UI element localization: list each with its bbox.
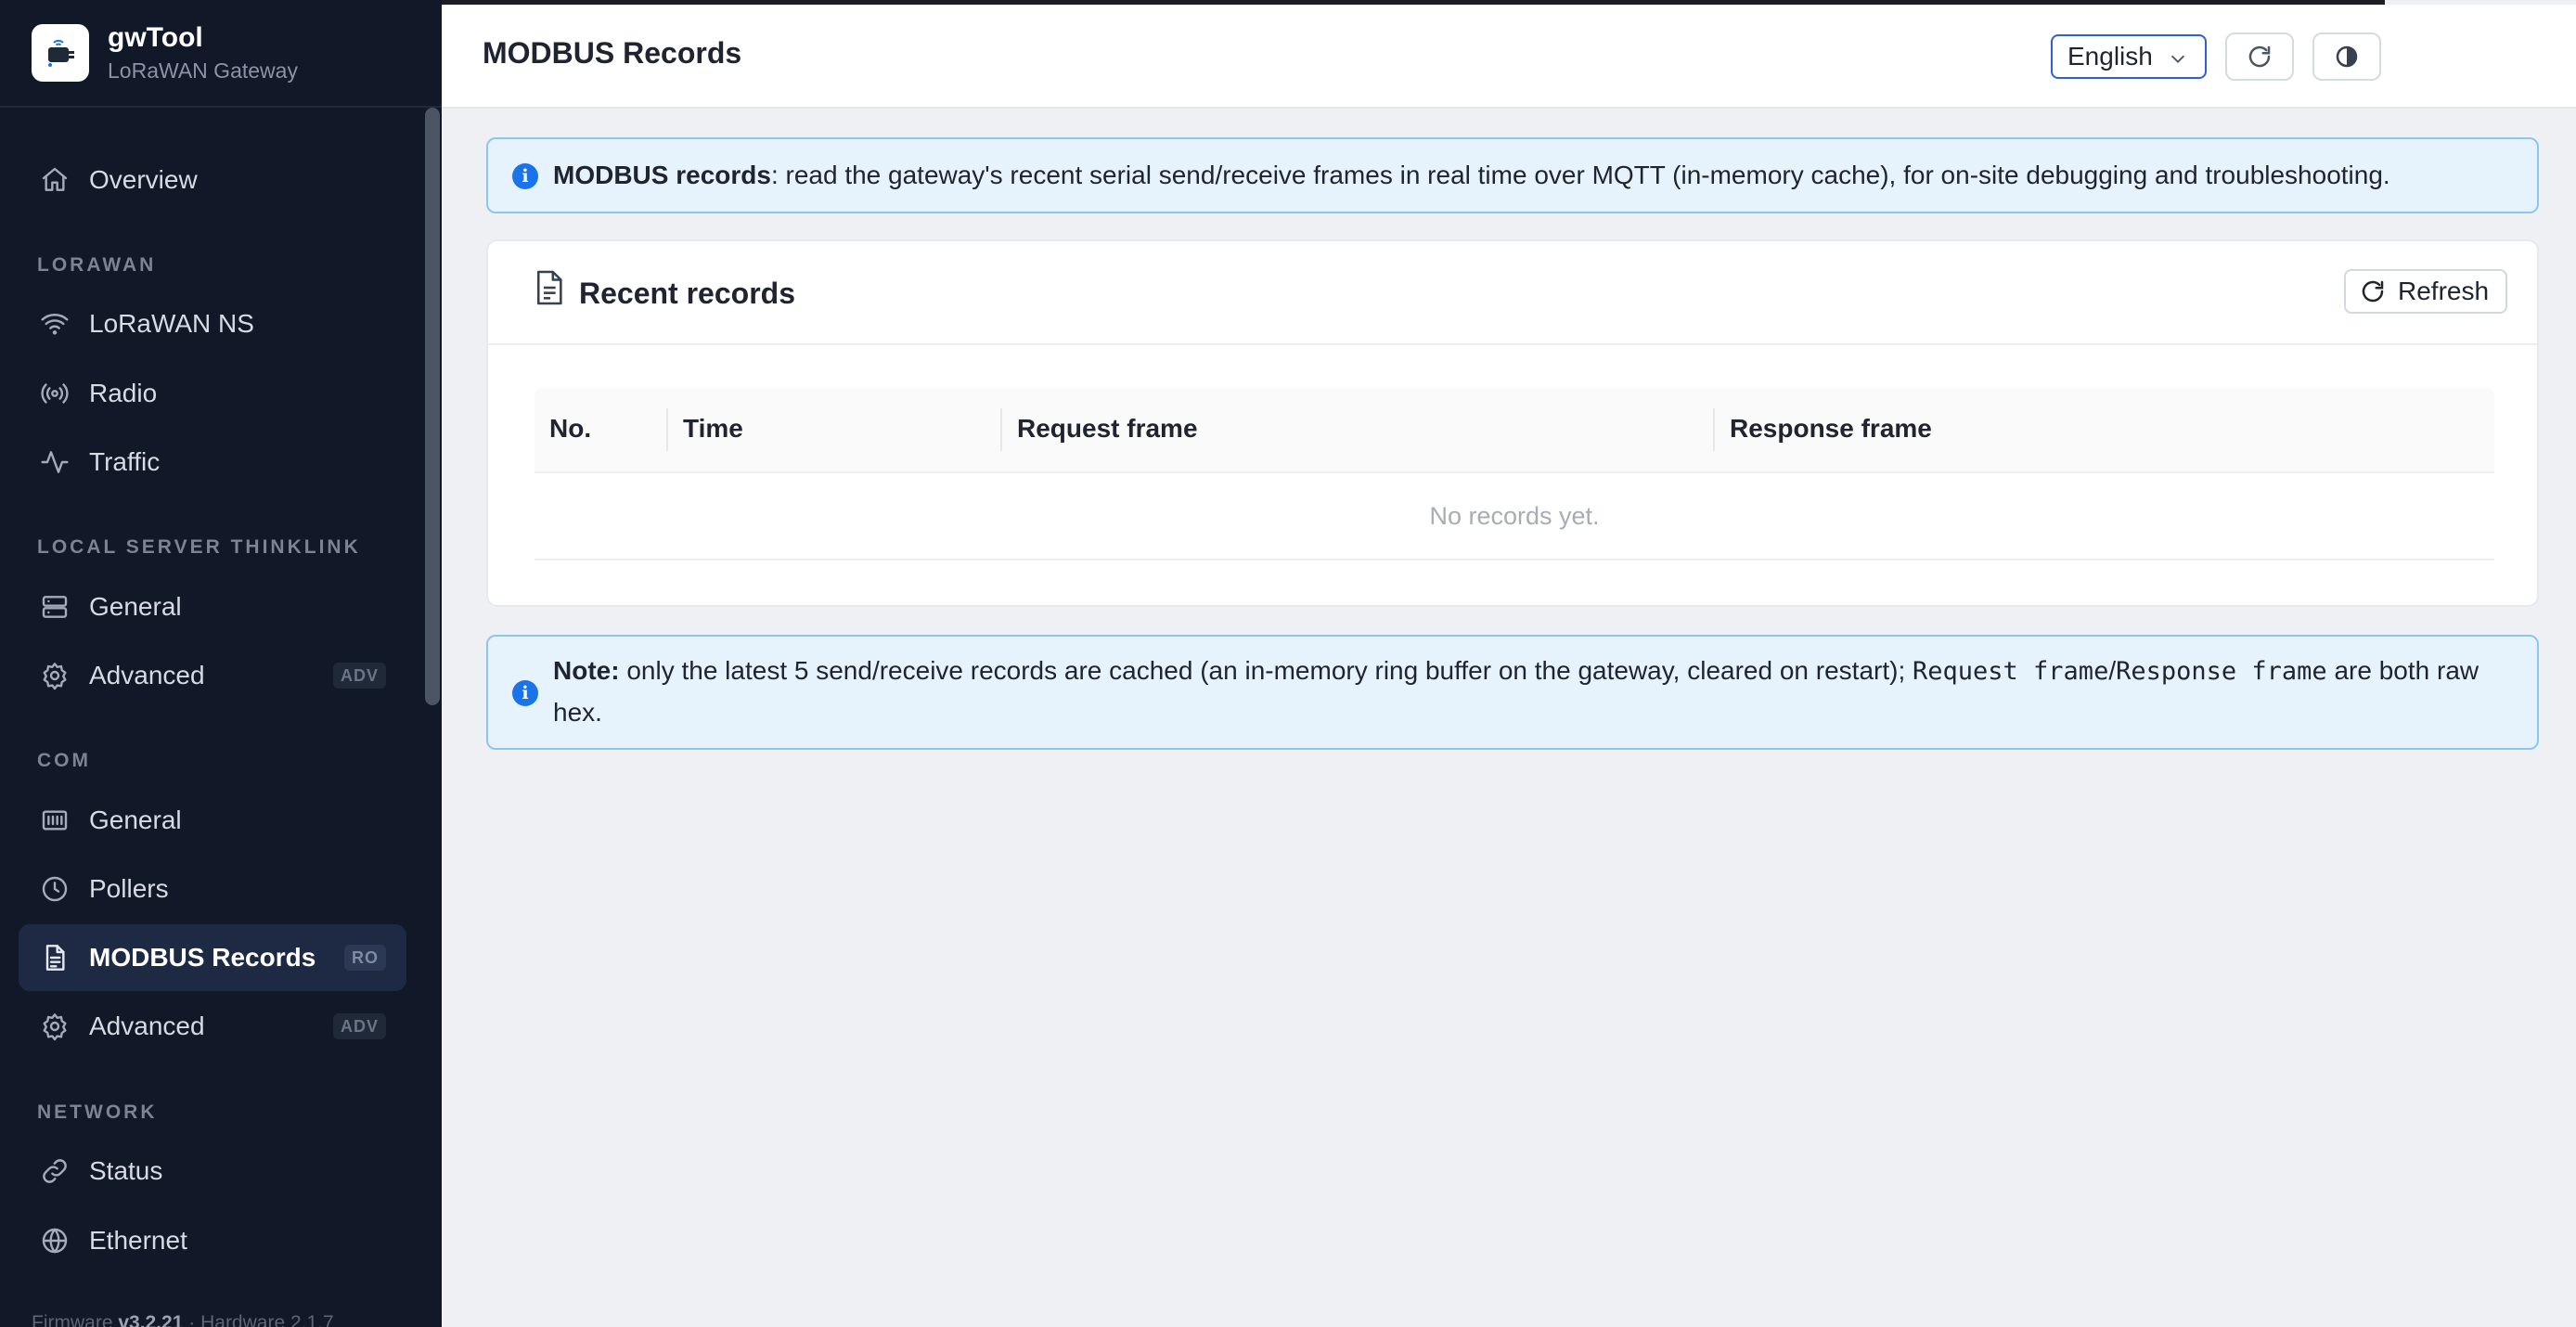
- intro-banner-text: MODBUS records: read the gateway's recen…: [553, 155, 2481, 196]
- sidebar-item-label: Ethernet: [89, 1226, 187, 1255]
- app-subtitle: LoRaWAN Gateway: [108, 58, 298, 83]
- firmware-version: v3.2.21: [118, 1312, 184, 1327]
- language-select[interactable]: English: [2051, 34, 2207, 79]
- sidebar-item-overview[interactable]: Overview: [19, 147, 406, 213]
- wifi-icon: [39, 308, 71, 340]
- contrast-icon: [2336, 45, 2358, 68]
- sidebar-item-label: Advanced: [89, 661, 205, 689]
- adv-badge: ADV: [332, 663, 386, 689]
- column-header-no: No.: [549, 414, 592, 443]
- note-banner-text: Note: only the latest 5 send/receive rec…: [553, 651, 2481, 733]
- hardware-version: 2.1.7: [290, 1312, 334, 1327]
- serial-port-icon: [39, 805, 71, 836]
- column-header-response-frame: Response frame: [1730, 414, 1932, 443]
- refresh-icon: [2362, 280, 2384, 303]
- card-title: Recent records: [579, 277, 795, 310]
- sidebar-item-local-general[interactable]: General: [19, 573, 406, 640]
- sidebar: gwTool LoRaWAN Gateway Overview LORAWAN …: [0, 0, 442, 1327]
- chevron-down-icon: [2168, 45, 2188, 75]
- sidebar-item-label: Traffic: [89, 447, 161, 476]
- code-request-frame: Request frame: [1913, 657, 2109, 686]
- section-label-network: NETWORK: [37, 1102, 158, 1123]
- sidebar-item-modbus-records[interactable]: MODBUS Records RO: [19, 924, 406, 991]
- intro-banner-body: : read the gateway's recent serial send/…: [770, 161, 2390, 189]
- sidebar-item-traffic[interactable]: Traffic: [19, 429, 406, 496]
- recent-records-card: Recent records Refresh No. Time Request …: [486, 239, 2539, 607]
- sidebar-item-ethernet[interactable]: Ethernet: [19, 1207, 406, 1274]
- column-header-request-frame: Request frame: [1017, 414, 1198, 443]
- sidebar-item-label: General: [89, 592, 182, 621]
- sidebar-item-status[interactable]: Status: [19, 1138, 406, 1205]
- home-icon: [39, 164, 71, 196]
- server-icon: [39, 591, 71, 623]
- sidebar-item-pollers[interactable]: Pollers: [19, 856, 406, 922]
- note-bold: Note:: [553, 656, 620, 685]
- globe-icon: [39, 1225, 71, 1256]
- reload-icon: [2248, 45, 2271, 68]
- column-divider: [1713, 408, 1715, 451]
- refresh-button[interactable]: Refresh: [2344, 269, 2507, 314]
- sidebar-item-com-advanced[interactable]: Advanced ADV: [19, 993, 406, 1060]
- clock-icon: [39, 873, 71, 905]
- separator-dot: ·: [188, 1312, 201, 1327]
- top-header: MODBUS Records English: [442, 5, 2576, 109]
- document-icon: [39, 942, 71, 973]
- info-icon: i: [512, 680, 538, 706]
- refresh-label: Refresh: [2398, 277, 2490, 305]
- sidebar-item-label: Pollers: [89, 874, 169, 903]
- adv-badge: ADV: [332, 1013, 386, 1039]
- version-footer: Firmware v3.2.21 · Hardware 2.1.7: [32, 1312, 334, 1327]
- link-icon: [39, 1155, 71, 1187]
- gear-icon: [39, 1011, 71, 1042]
- intro-banner-bold: MODBUS records: [553, 161, 771, 189]
- activity-icon: [39, 446, 71, 478]
- column-header-time: Time: [683, 414, 743, 443]
- sidebar-item-label: Advanced: [89, 1011, 205, 1040]
- gear-icon: [39, 660, 71, 691]
- sidebar-item-label: Overview: [89, 165, 198, 194]
- table-header-row: No. Time Request frame Response frame: [535, 388, 2494, 473]
- sidebar-item-label: Status: [89, 1156, 163, 1185]
- brand: gwTool LoRaWAN Gateway: [0, 0, 442, 108]
- sidebar-item-local-advanced[interactable]: Advanced ADV: [19, 642, 406, 709]
- ro-badge: RO: [344, 945, 386, 971]
- intro-info-banner: i MODBUS records: read the gateway's rec…: [486, 137, 2539, 213]
- sidebar-item-label: MODBUS Records: [89, 943, 316, 972]
- reload-button[interactable]: [2225, 32, 2294, 81]
- code-response-frame: Response frame: [2116, 657, 2327, 686]
- sidebar-item-com-general[interactable]: General: [19, 787, 406, 854]
- code-separator: /: [2108, 656, 2117, 685]
- note-body-1: only the latest 5 send/receive records a…: [619, 656, 1913, 685]
- column-divider: [666, 408, 668, 451]
- card-header: Recent records Refresh: [488, 241, 2537, 345]
- empty-state: No records yet.: [535, 473, 2494, 560]
- theme-toggle-button[interactable]: [2312, 32, 2381, 81]
- page-title: MODBUS Records: [483, 36, 742, 70]
- sidebar-scrollbar[interactable]: [425, 108, 440, 705]
- section-label-local-server: LOCAL SERVER THINKLINK: [37, 536, 361, 558]
- app-name: gwTool: [108, 22, 203, 53]
- sidebar-item-label: LoRaWAN NS: [89, 309, 254, 338]
- sidebar-item-label: General: [89, 805, 182, 834]
- hardware-label: Hardware: [200, 1312, 286, 1327]
- sidebar-item-lorawan-ns[interactable]: LoRaWAN NS: [19, 290, 406, 357]
- sidebar-item-radio[interactable]: Radio: [19, 360, 406, 427]
- gateway-logo-icon: [32, 24, 89, 82]
- radio-icon: [39, 378, 71, 409]
- firmware-label: Firmware: [32, 1312, 113, 1327]
- column-divider: [1000, 408, 1002, 451]
- records-table: No. Time Request frame Response frame No…: [535, 388, 2494, 560]
- document-icon: [535, 269, 566, 311]
- section-label-lorawan: LORAWAN: [37, 254, 157, 276]
- note-info-banner: i Note: only the latest 5 send/receive r…: [486, 635, 2539, 750]
- sidebar-item-label: Radio: [89, 379, 158, 407]
- language-value: English: [2067, 42, 2153, 71]
- info-icon: i: [512, 163, 538, 189]
- section-label-com: COM: [37, 750, 91, 771]
